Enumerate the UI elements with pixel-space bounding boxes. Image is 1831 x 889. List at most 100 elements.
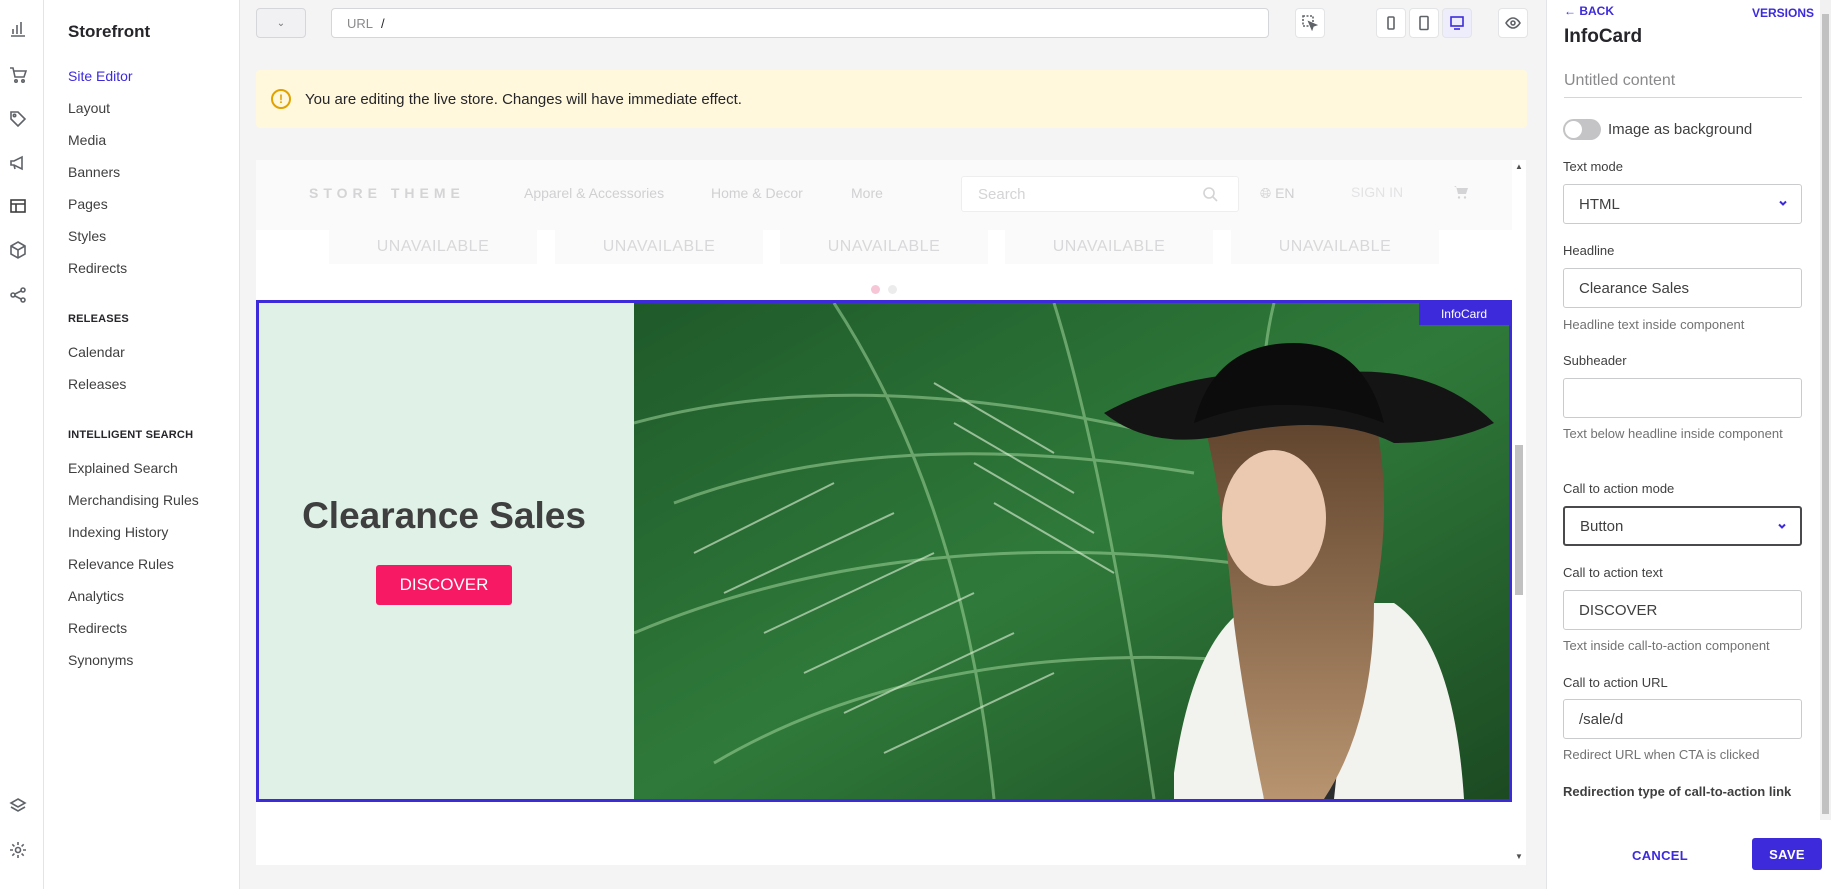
infocard-component[interactable]: Clearance Sales DISCOVER InfoCard — [256, 300, 1512, 802]
cta-url-label: Call to action URL — [1563, 675, 1668, 690]
sidebar-item-media[interactable]: Media — [68, 132, 106, 148]
preview-button[interactable] — [1498, 8, 1528, 38]
mobile-view-button[interactable] — [1376, 8, 1406, 38]
url-input[interactable]: URL / — [331, 8, 1269, 38]
tablet-view-button[interactable] — [1409, 8, 1439, 38]
preview-scroll-thumb[interactable] — [1515, 445, 1523, 595]
sidebar-item-banners[interactable]: Banners — [68, 164, 120, 180]
infocard-headline: Clearance Sales — [302, 495, 586, 536]
box-icon[interactable] — [4, 236, 32, 264]
icon-rail — [0, 0, 44, 889]
store-menu-apparel[interactable]: Apparel & Accessories — [524, 185, 664, 201]
desktop-view-button[interactable] — [1442, 8, 1472, 38]
sidebar-item-site-editor[interactable]: Site Editor — [68, 68, 133, 84]
sidebar-item-synonyms[interactable]: Synonyms — [68, 652, 133, 668]
store-cart-icon[interactable] — [1453, 184, 1469, 200]
cta-text-label: Call to action text — [1563, 565, 1663, 580]
panel-scroll-thumb[interactable] — [1822, 14, 1829, 814]
headline-help: Headline text inside component — [1563, 317, 1745, 332]
preview-below-fold — [256, 810, 1512, 865]
back-button[interactable]: ← BACK — [1564, 4, 1614, 18]
mobile-icon — [1387, 16, 1395, 30]
scroll-up-icon[interactable]: ▲ — [1515, 162, 1523, 171]
language-selector[interactable]: 🌐︎ EN — [1260, 185, 1295, 202]
infocard-cta-button[interactable]: DISCOVER — [376, 565, 512, 605]
cta-url-help: Redirect URL when CTA is clicked — [1563, 747, 1760, 762]
eye-icon — [1505, 17, 1521, 29]
headline-input[interactable]: Clearance Sales — [1563, 268, 1802, 308]
cta-mode-select[interactable]: Button — [1563, 506, 1802, 546]
cursor-select-icon — [1302, 15, 1318, 31]
store-preview[interactable]: STORE THEME Apparel & Accessories Home &… — [256, 160, 1512, 865]
tag-icon[interactable] — [4, 105, 32, 133]
sidebar-item-calendar[interactable]: Calendar — [68, 344, 125, 360]
subheader-help: Text below headline inside component — [1563, 426, 1783, 441]
back-label: BACK — [1579, 4, 1615, 18]
unavailable-product: UNAVAILABLE — [1005, 230, 1213, 264]
tablet-icon — [1419, 15, 1429, 31]
cta-mode-value: Button — [1580, 517, 1624, 535]
redirect-type-label: Redirection type of call-to-action link — [1563, 784, 1792, 799]
cta-text-help: Text inside call-to-action component — [1563, 638, 1770, 653]
bar-chart-icon[interactable] — [4, 15, 32, 43]
sidebar-item-layout[interactable]: Layout — [68, 100, 110, 116]
sidebar-item-relevance-rules[interactable]: Relevance Rules — [68, 556, 174, 572]
section-releases: RELEASES — [68, 313, 129, 325]
globe-icon: 🌐︎ — [1260, 185, 1272, 201]
preview-scrollbar[interactable]: ▲ ▼ — [1512, 160, 1526, 865]
unavailable-product: UNAVAILABLE — [780, 230, 988, 264]
content-name-input[interactable]: Untitled content — [1564, 60, 1802, 98]
versions-button[interactable]: VERSIONS — [1752, 6, 1814, 20]
unavailable-product: UNAVAILABLE — [1231, 230, 1439, 264]
binding-select[interactable]: ⌄ — [256, 8, 306, 38]
search-icon — [1203, 187, 1218, 202]
megaphone-icon[interactable] — [4, 149, 32, 177]
cta-text-input[interactable]: DISCOVER — [1563, 590, 1802, 630]
store-search-input[interactable]: Search — [961, 176, 1239, 212]
sidebar-item-merchandising-rules[interactable]: Merchandising Rules — [68, 492, 199, 508]
toggle-knob — [1565, 121, 1582, 138]
sidebar-item-indexing-history[interactable]: Indexing History — [68, 524, 168, 540]
gear-icon[interactable] — [4, 836, 32, 864]
cart-icon[interactable] — [4, 61, 32, 89]
store-search-placeholder: Search — [978, 185, 1026, 203]
cta-mode-label: Call to action mode — [1563, 481, 1675, 496]
carousel-dot[interactable] — [888, 285, 897, 294]
text-mode-value: HTML — [1579, 195, 1620, 213]
chevron-down-icon — [1779, 200, 1787, 206]
subheader-label: Subheader — [1563, 353, 1627, 368]
properties-panel: ← BACK VERSIONS InfoCard Untitled conten… — [1546, 0, 1831, 889]
store-signin-link[interactable]: SIGN IN — [1351, 184, 1403, 200]
sidebar-item-pages[interactable]: Pages — [68, 196, 108, 212]
image-background-toggle[interactable] — [1563, 119, 1601, 140]
scroll-down-icon[interactable]: ▼ — [1515, 852, 1523, 861]
save-button[interactable]: SAVE — [1752, 838, 1822, 870]
sidebar-item-releases[interactable]: Releases — [68, 376, 126, 392]
text-mode-select[interactable]: HTML — [1563, 184, 1802, 224]
sidebar-item-search-redirects[interactable]: Redirects — [68, 620, 127, 636]
alert-message: You are editing the live store. Changes … — [305, 90, 742, 108]
store-menu-more[interactable]: More — [851, 185, 883, 201]
cancel-button[interactable]: CANCEL — [1632, 848, 1688, 863]
inspect-button[interactable] — [1295, 8, 1325, 38]
share-icon[interactable] — [4, 281, 32, 309]
sidebar-item-explained-search[interactable]: Explained Search — [68, 460, 178, 476]
warning-icon: ! — [271, 89, 291, 109]
sidebar-item-analytics[interactable]: Analytics — [68, 588, 124, 604]
app-title: Storefront — [68, 22, 151, 41]
carousel-dot-active[interactable] — [871, 285, 880, 294]
section-intelligent-search: INTELLIGENT SEARCH — [68, 429, 194, 441]
sidebar-item-styles[interactable]: Styles — [68, 228, 106, 244]
subheader-input[interactable] — [1563, 378, 1802, 418]
url-label: URL — [347, 15, 374, 31]
arrow-left-icon: ← — [1564, 4, 1576, 18]
layers-icon[interactable] — [4, 792, 32, 820]
layout-icon[interactable] — [4, 192, 32, 220]
cta-url-input[interactable]: /sale/d — [1563, 699, 1802, 739]
panel-scrollbar[interactable] — [1820, 0, 1831, 820]
live-store-alert: ! You are editing the live store. Change… — [256, 70, 1527, 128]
language-label: EN — [1275, 185, 1295, 201]
sidebar-item-redirects[interactable]: Redirects — [68, 260, 127, 276]
infocard-tag: InfoCard — [1418, 303, 1509, 325]
store-menu-home-decor[interactable]: Home & Decor — [711, 185, 803, 201]
